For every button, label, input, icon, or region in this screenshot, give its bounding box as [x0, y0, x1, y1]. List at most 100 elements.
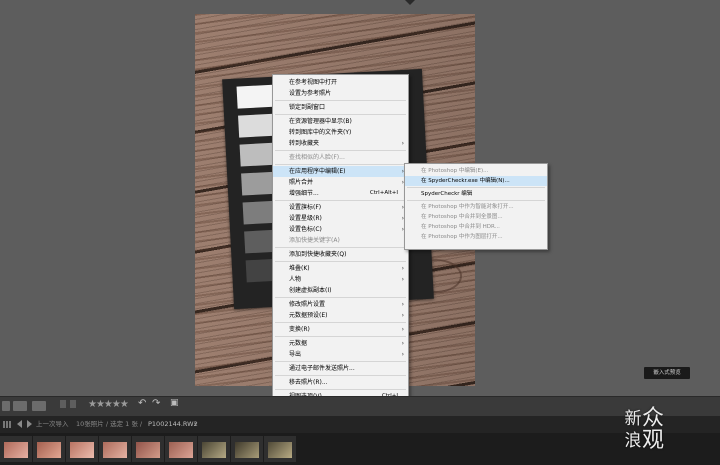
filmstrip-thumb[interactable] [0, 436, 32, 462]
menu-item-label: 通过电子邮件发送照片... [289, 365, 355, 372]
context-menu-item: 添加快捷关键字(A) [273, 235, 408, 246]
menu-separator [275, 247, 406, 248]
submenu-item: 在 Photoshop 中合并到 HDR... [405, 222, 547, 232]
menu-item-label: 设置为参考照片 [289, 90, 332, 97]
context-menu-item[interactable]: 修改照片设置 › [273, 299, 408, 310]
context-menu-item[interactable]: 堆叠(K) › [273, 263, 408, 274]
photo-context-menu: 在参考视图中打开设置为参考照片锁定到副窗口 在资源管理器中显示(B) 转到图库中的文… [272, 74, 409, 416]
menu-item-label: 增强细节... [289, 190, 319, 197]
menu-separator [275, 114, 406, 115]
menu-item-label: 转到图库中的文件夹(Y) [289, 129, 352, 136]
context-menu-item[interactable]: 变换(R) › [273, 324, 408, 335]
grid-icon[interactable] [3, 421, 11, 428]
submenu-arrow-icon: › [401, 140, 404, 147]
current-filename: P1002144.RW2 [148, 420, 198, 428]
submenu-item: 在 Photoshop 中编辑(E)... [405, 166, 547, 176]
context-menu-item[interactable]: 转到图库中的文件夹(Y) [273, 127, 408, 138]
rotate-right-icon[interactable]: ↷ [152, 398, 160, 409]
context-menu-item[interactable]: 导出 › [273, 349, 408, 360]
submenu-item-label: SpyderCheckr 编辑 [421, 191, 473, 197]
menu-separator [275, 261, 406, 262]
context-menu-item[interactable]: 增强细节... Ctrl+Alt+I [273, 188, 408, 199]
menu-item-label: 转到收藏夹 [289, 140, 320, 147]
submenu-item: 在 Photoshop 中合并到全景图... [405, 212, 547, 222]
menu-item-label: 元数据预设(E) [289, 312, 328, 319]
filmstrip-thumb[interactable] [132, 436, 164, 462]
menu-separator [275, 297, 406, 298]
survey-view-icon[interactable] [32, 401, 46, 411]
menu-separator [275, 200, 406, 201]
submenu-item: 在 Photoshop 中作为智能对象打开... [405, 202, 547, 212]
filmstrip-thumb[interactable] [264, 436, 296, 462]
context-menu-item[interactable]: 锁定到副窗口 [273, 102, 408, 113]
submenu-arrow-icon: › [401, 340, 404, 347]
menu-item-label: 照片合并 [289, 179, 314, 186]
filmstrip-thumb[interactable] [33, 436, 65, 462]
forward-arrow-icon[interactable] [27, 420, 32, 428]
selection-count: 10张照片 / 选定 1 张 / [76, 420, 143, 428]
menu-separator [275, 164, 406, 165]
reject-flag-icon[interactable] [70, 400, 76, 408]
context-menu-item: 查找相似的人脸(F)... [273, 152, 408, 163]
menu-item-label: 设置色标(C) [289, 226, 322, 233]
submenu-arrow-icon: › [401, 265, 404, 272]
submenu-arrow-icon: › [401, 312, 404, 319]
menu-item-label: 添加快捷关键字(A) [289, 237, 340, 244]
panel-collapse-arrow[interactable] [405, 0, 415, 5]
context-menu-item[interactable]: 设置旗标(F) › [273, 202, 408, 213]
menu-item-label: 变换(R) [289, 326, 310, 333]
submenu-separator [407, 187, 545, 188]
filmstrip [0, 433, 720, 465]
filmstrip-thumb[interactable] [231, 436, 263, 462]
context-menu-item[interactable]: 添加到快捷收藏夹(Q) [273, 249, 408, 260]
context-menu-item[interactable]: 创建虚拟副本(I) [273, 285, 408, 296]
context-menu-item[interactable]: 设置色标(C) › [273, 224, 408, 235]
crop-overlay-icon[interactable]: ▣ [170, 398, 179, 408]
menu-item-shortcut: Ctrl+Alt+I [369, 190, 398, 196]
context-menu-item[interactable]: 在应用程序中编辑(E) › [273, 166, 408, 177]
menu-item-label: 人物 [289, 276, 302, 283]
source-label[interactable]: 上一次导入 [36, 416, 69, 433]
rotate-left-icon[interactable]: ↶ [138, 398, 146, 409]
submenu-item-label: 在 Photoshop 中合并到全景图... [421, 214, 503, 220]
menu-item-label: 元数据 [289, 340, 308, 347]
menu-item-label: 导出 [289, 351, 302, 358]
context-menu-item[interactable]: 元数据 › [273, 338, 408, 349]
menu-item-label: 添加到快捷收藏夹(Q) [289, 251, 347, 258]
menu-item-label: 修改照片设置 [289, 301, 326, 308]
rating-stars[interactable]: ★★★★★ [88, 399, 129, 410]
filmstrip-thumb[interactable] [198, 436, 230, 462]
submenu-item-label: 在 SpyderCheckr.exe 中编辑(N)... [421, 178, 510, 184]
submenu-item-label: 在 Photoshop 中编辑(E)... [421, 168, 489, 174]
filmstrip-thumb[interactable] [66, 436, 98, 462]
submenu-item[interactable]: 在 SpyderCheckr.exe 中编辑(N)... [405, 176, 547, 186]
context-menu-item[interactable]: 在参考视图中打开 [273, 77, 408, 88]
menu-separator [275, 375, 406, 376]
back-arrow-icon[interactable] [17, 420, 22, 428]
context-menu-item[interactable]: 移去照片(R)... [273, 377, 408, 388]
loupe-view-icon[interactable] [2, 401, 10, 411]
context-menu-item[interactable]: 设置星级(R) › [273, 213, 408, 224]
context-menu-item[interactable]: 通过电子邮件发送照片... [273, 363, 408, 374]
menu-item-label: 设置旗标(F) [289, 204, 322, 211]
context-menu-item[interactable]: 元数据预设(E) › [273, 310, 408, 321]
chevron-down-icon[interactable]: ▾ [194, 416, 197, 433]
pick-flag-icon[interactable] [60, 400, 66, 408]
submenu-item-label: 在 Photoshop 中作为智能对象打开... [421, 204, 514, 210]
menu-item-label: 在应用程序中编辑(E) [289, 168, 346, 175]
submenu-arrow-icon: › [401, 276, 404, 283]
compare-view-icon[interactable] [13, 401, 27, 411]
filmstrip-thumb[interactable] [99, 436, 131, 462]
embedded-preview-tooltip: 嵌入式预览 [644, 367, 690, 379]
context-menu-item[interactable]: 照片合并 › [273, 177, 408, 188]
submenu-item[interactable]: SpyderCheckr 编辑 [405, 189, 547, 199]
context-menu-item[interactable]: 在资源管理器中显示(B) [273, 116, 408, 127]
context-menu-item[interactable]: 设置为参考照片 [273, 88, 408, 99]
submenu-item: 在 Photoshop 中作为图层打开... [405, 232, 547, 242]
menu-item-label: 查找相似的人脸(F)... [289, 154, 345, 161]
context-menu-item[interactable]: 转到收藏夹 › [273, 138, 408, 149]
menu-item-label: 创建虚拟副本(I) [289, 287, 332, 294]
context-menu-item[interactable]: 人物 › [273, 274, 408, 285]
filmstrip-thumb[interactable] [165, 436, 197, 462]
menu-separator [275, 150, 406, 151]
